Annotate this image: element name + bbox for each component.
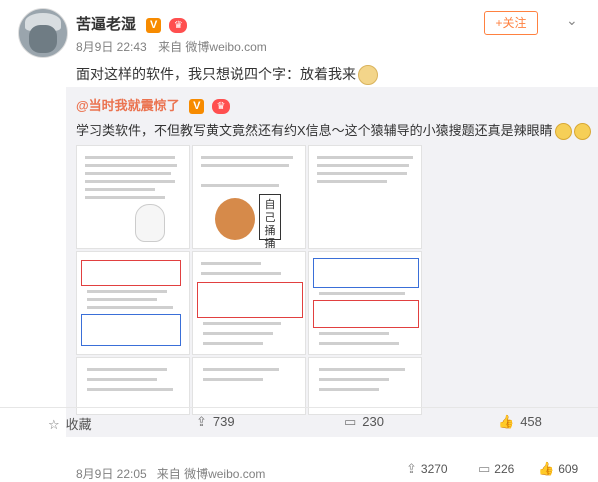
image-thumb[interactable] <box>76 145 190 249</box>
like-button[interactable]: 👍 458 <box>498 414 542 430</box>
repost-time[interactable]: 8月9日 22:05 <box>76 467 147 481</box>
post-time[interactable]: 8月9日 22:43 <box>76 40 147 54</box>
repost-text: 学习类软件，不但教写黄文竟然还有约X信息～这个猿辅导的小猿搜题还真是辣眼睛 <box>76 123 553 138</box>
like-icon: 👍 <box>538 461 555 476</box>
repost-like-action[interactable]: 👍 609 <box>538 461 578 477</box>
repost-box: @当时我就震惊了 V ♛ 学习类软件，不但教写黄文竟然还有约X信息～这个猿辅导的… <box>66 87 598 481</box>
repost-icon: ⇪ <box>406 461 417 476</box>
image-thumb[interactable]: 自己捅捅 <box>192 145 306 249</box>
post-text-row: 面对这样的软件，我只想说四个字：放着我来 <box>76 64 378 86</box>
image-thumb[interactable] <box>308 251 422 355</box>
author-avatar[interactable] <box>18 8 68 58</box>
sign-text: 自己捅捅 <box>259 194 281 248</box>
clap-emoji-icon <box>573 123 591 141</box>
like-icon: 👍 <box>498 414 515 429</box>
post-source[interactable]: 来自 微博weibo.com <box>158 40 267 54</box>
repost-icon: ⇪ <box>196 414 207 429</box>
comment-icon: ▭ <box>478 461 491 476</box>
image-grid: 自己捅捅 <box>76 145 422 415</box>
repost-source[interactable]: 来自 微博weibo.com <box>157 467 266 481</box>
repost-comment-action[interactable]: ▭ 226 <box>478 461 514 477</box>
post-meta: 8月9日 22:43 来自 微博weibo.com <box>76 38 275 55</box>
chevron-down-icon[interactable]: ⌄ <box>566 12 578 29</box>
member-icon[interactable]: ♛ <box>211 99 230 115</box>
weibo-post-card: 苦逼老湿 V ♛ 8月9日 22:43 来自 微博weibo.com +关注 ⌄… <box>0 0 598 481</box>
collect-icon: ☆ <box>48 417 60 432</box>
image-thumb[interactable] <box>192 251 306 355</box>
image-thumb[interactable] <box>308 145 422 249</box>
action-bar: ☆ 收藏 ⇪ 739 ▭ 230 👍 458 <box>0 407 598 438</box>
repost-author-row: @当时我就震惊了 V ♛ <box>76 95 230 115</box>
clap-emoji-icon <box>554 123 572 141</box>
repost-text-row: 学习类软件，不但教写黄文竟然还有约X信息～这个猿辅导的小猿搜题还真是辣眼睛 <box>76 120 591 141</box>
repost-button[interactable]: ⇪ 739 <box>196 414 235 430</box>
avatar-face <box>29 25 57 53</box>
author-name-row: 苦逼老湿 V ♛ <box>76 13 188 34</box>
comment-icon: ▭ <box>344 414 357 429</box>
doge-emoji-icon <box>358 65 378 86</box>
repost-meta: 8月9日 22:05 来自 微博weibo.com <box>76 465 265 482</box>
repost-author[interactable]: @当时我就震惊了 <box>76 98 180 113</box>
collect-button[interactable]: ☆ 收藏 <box>48 414 92 433</box>
follow-button[interactable]: +关注 <box>484 11 538 35</box>
v-badge-icon[interactable]: V <box>189 99 205 115</box>
post-text: 面对这样的软件，我只想说四个字：放着我来 <box>76 66 356 82</box>
v-badge-icon[interactable]: V <box>146 17 162 33</box>
repost-share-action[interactable]: ⇪ 3270 <box>406 461 448 477</box>
member-icon[interactable]: ♛ <box>169 17 188 33</box>
comment-button[interactable]: ▭ 230 <box>344 414 384 430</box>
image-thumb[interactable] <box>76 251 190 355</box>
author-name[interactable]: 苦逼老湿 <box>76 16 136 33</box>
